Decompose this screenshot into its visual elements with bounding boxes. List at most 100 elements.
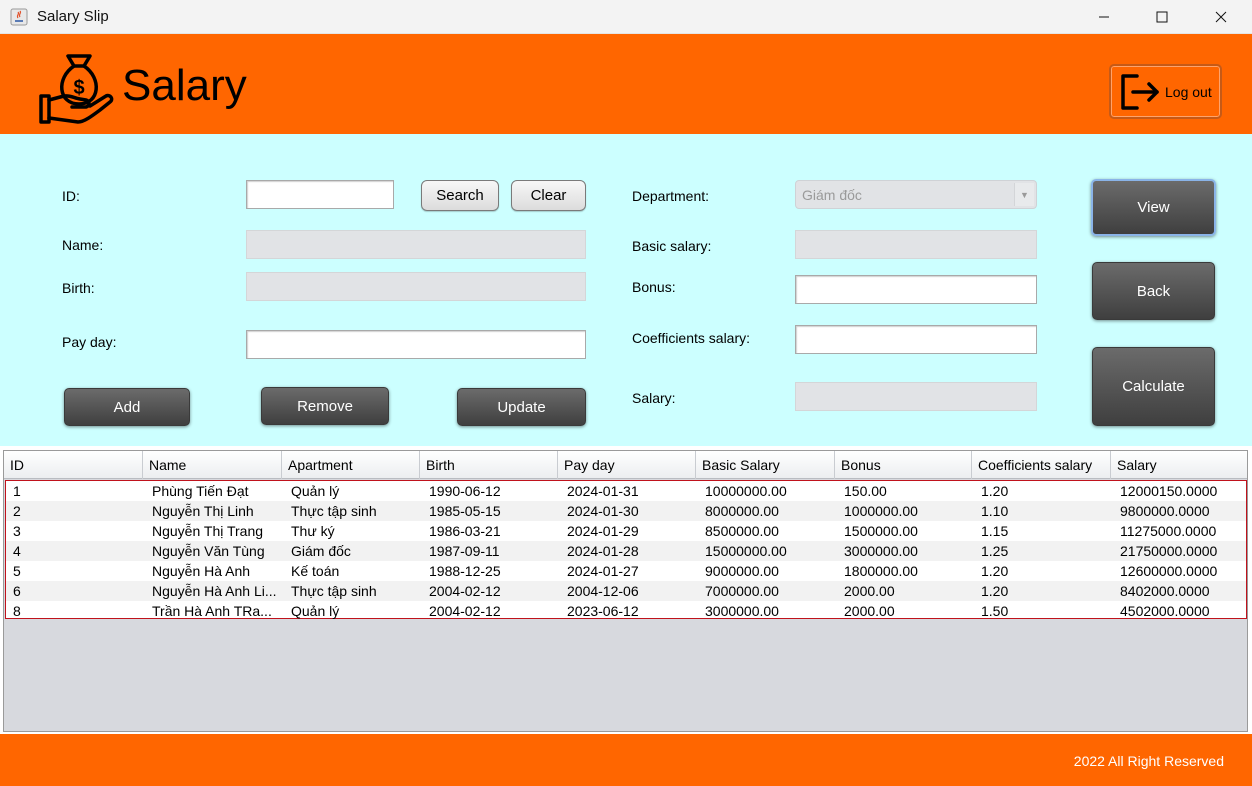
window-title: Salary Slip <box>37 8 109 25</box>
table-cell: 3 <box>13 523 21 539</box>
bonus-field[interactable] <box>795 275 1037 304</box>
birth-label: Birth: <box>62 280 95 296</box>
column-header-id[interactable]: ID <box>4 451 143 479</box>
table-cell: 1500000.00 <box>844 523 918 539</box>
table-cell: 9000000.00 <box>705 563 779 579</box>
payday-label: Pay day: <box>62 334 117 350</box>
logout-button[interactable]: Log out <box>1109 64 1222 119</box>
logout-label: Log out <box>1165 83 1212 100</box>
column-header-bonus[interactable]: Bonus <box>835 451 972 479</box>
maximize-button[interactable] <box>1133 0 1191 34</box>
column-header-coefficients[interactable]: Coefficients salary <box>972 451 1111 479</box>
window-titlebar: Salary Slip <box>0 0 1252 34</box>
back-button[interactable]: Back <box>1092 262 1215 320</box>
bonus-input[interactable] <box>796 276 1036 303</box>
table-row[interactable]: 6 Nguyễn Hà Anh Li... Thực tập sinh 2004-02… <box>6 581 1246 601</box>
payday-input[interactable] <box>247 331 585 358</box>
table-cell: Trần Hà Anh TRa... <box>152 603 272 619</box>
department-label: Department: <box>632 188 710 204</box>
table-cell: 6 <box>13 583 21 599</box>
id-field[interactable] <box>246 180 394 209</box>
table-cell: 1.20 <box>981 483 1009 499</box>
table-row[interactable]: 8 Trần Hà Anh TRa... Quản lý 2004-02-12 2023… <box>6 601 1246 621</box>
table-cell: 12600000.0000 <box>1120 563 1218 579</box>
table-cell: 2024-01-31 <box>567 483 639 499</box>
column-header-salary[interactable]: Salary <box>1111 451 1247 479</box>
salary-table[interactable]: ID Name Apartment Birth Pay day Basic Sa… <box>3 450 1248 732</box>
dropdown-arrow-icon: ▼ <box>1014 183 1034 206</box>
birth-field <box>246 272 586 301</box>
minimize-button[interactable] <box>1075 0 1133 34</box>
minimize-icon <box>1099 16 1109 18</box>
table-row[interactable]: 4 Nguyễn Văn Tùng Giám đốc 1987-09-11 2024-0… <box>6 541 1246 561</box>
table-cell: 11275000.0000 <box>1120 523 1217 539</box>
table-cell: 2023-06-12 <box>567 603 639 619</box>
page-title: Salary <box>122 61 247 110</box>
table-cell: 10000000.00 <box>705 483 787 499</box>
table-cell: Nguyễn Thị Trang <box>152 523 264 539</box>
birth-input <box>247 273 585 300</box>
table-cell: 2004-02-12 <box>429 583 501 599</box>
table-cell: Phùng Tiến Đạt <box>152 483 249 499</box>
salary-input <box>796 383 1036 410</box>
coefficients-input[interactable] <box>796 326 1036 353</box>
copyright-text: 2022 All Right Reserved <box>1073 753 1224 769</box>
table-cell: 4502000.0000 <box>1120 603 1210 619</box>
svg-text:$: $ <box>73 77 84 99</box>
table-cell: 1800000.00 <box>844 563 918 579</box>
calculate-button[interactable]: Calculate <box>1092 347 1215 426</box>
table-cell: Thực tập sinh <box>291 503 377 519</box>
view-button[interactable]: View <box>1091 179 1216 236</box>
close-button[interactable] <box>1192 0 1250 34</box>
table-cell: 1.20 <box>981 583 1009 599</box>
salary-form-panel: ID: Search Clear Name: Birth: Pay day: A… <box>0 134 1252 446</box>
table-cell: 3000000.00 <box>705 603 779 619</box>
name-input <box>247 231 585 258</box>
table-cell: 12000150.0000 <box>1120 483 1218 499</box>
table-body: 1 Phùng Tiến Đạt Quản lý 1990-06-12 2024-01-… <box>5 480 1247 619</box>
table-row[interactable]: 1 Phùng Tiến Đạt Quản lý 1990-06-12 2024-01-… <box>6 481 1246 501</box>
bonus-label: Bonus: <box>632 279 676 295</box>
table-row[interactable]: 2 Nguyễn Thị Linh Thực tập sinh 1985-05-15 2… <box>6 501 1246 521</box>
add-button[interactable]: Add <box>64 388 190 426</box>
table-cell: 5 <box>13 563 21 579</box>
id-input[interactable] <box>247 181 393 208</box>
column-header-apartment[interactable]: Apartment <box>282 451 420 479</box>
table-cell: 2024-01-30 <box>567 503 639 519</box>
table-cell: 1.50 <box>981 603 1009 619</box>
table-header: ID Name Apartment Birth Pay day Basic Sa… <box>4 451 1247 479</box>
table-cell: Thư ký <box>291 523 335 539</box>
column-header-basic-salary[interactable]: Basic Salary <box>696 451 835 479</box>
table-cell: 3000000.00 <box>844 543 918 559</box>
table-cell: 9800000.0000 <box>1120 503 1210 519</box>
salary-label: Salary: <box>632 390 676 406</box>
table-cell: 1000000.00 <box>844 503 918 519</box>
table-row[interactable]: 5 Nguyễn Hà Anh Kế toán 1988-12-25 2024-01-2… <box>6 561 1246 581</box>
java-app-icon <box>10 8 28 26</box>
clear-button[interactable]: Clear <box>511 180 586 211</box>
payday-field[interactable] <box>246 330 586 359</box>
name-label: Name: <box>62 237 104 253</box>
table-cell: 1.25 <box>981 543 1009 559</box>
coefficients-field[interactable] <box>795 325 1037 354</box>
id-label: ID: <box>62 188 80 204</box>
table-cell: 21750000.0000 <box>1120 543 1218 559</box>
maximize-icon <box>1156 11 1168 23</box>
table-cell: 15000000.00 <box>705 543 787 559</box>
app-footer: 2022 All Right Reserved <box>0 734 1252 786</box>
table-cell: 2000.00 <box>844 603 895 619</box>
table-cell: 1.10 <box>981 503 1009 519</box>
remove-button[interactable]: Remove <box>261 387 389 425</box>
update-button[interactable]: Update <box>457 388 586 426</box>
basic-salary-field <box>795 230 1037 259</box>
column-header-name[interactable]: Name <box>143 451 282 479</box>
table-cell: 1988-12-25 <box>429 563 501 579</box>
table-row[interactable]: 3 Nguyễn Thị Trang Thư ký 1986-03-21 2024-01… <box>6 521 1246 541</box>
table-cell: 4 <box>13 543 21 559</box>
search-button[interactable]: Search <box>421 180 499 211</box>
column-header-birth[interactable]: Birth <box>420 451 558 479</box>
table-cell: 150.00 <box>844 483 887 499</box>
table-cell: Nguyễn Văn Tùng <box>152 543 265 559</box>
column-header-payday[interactable]: Pay day <box>558 451 696 479</box>
app-header: $ Salary Log out <box>0 34 1252 134</box>
